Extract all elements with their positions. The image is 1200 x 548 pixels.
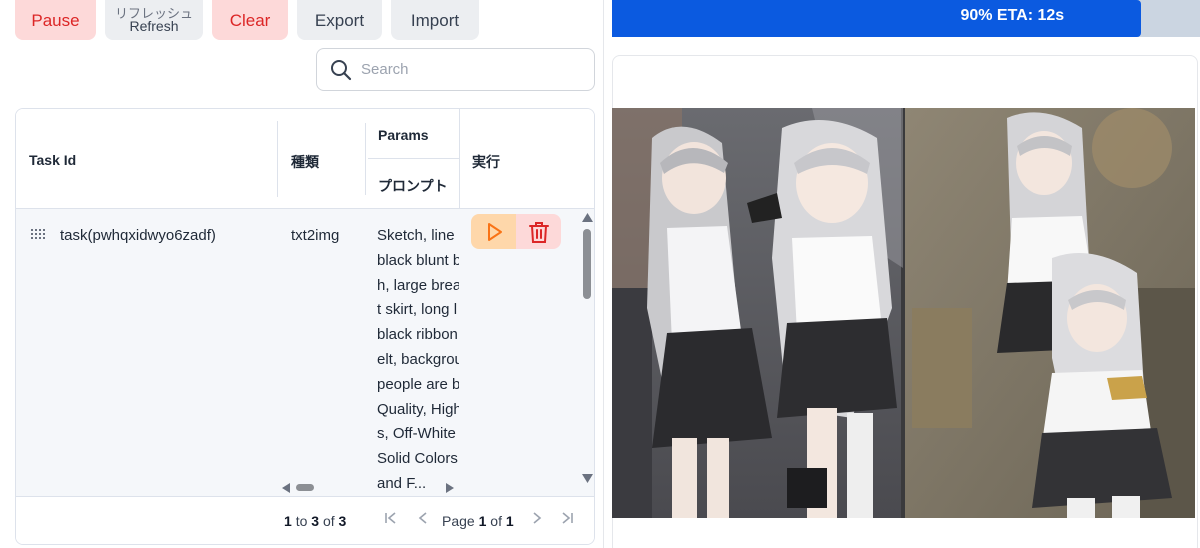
first-page-icon[interactable] <box>384 511 398 528</box>
horizontal-scrollbar[interactable] <box>278 479 458 496</box>
generated-anime-image <box>612 108 1195 518</box>
header-task-id[interactable]: Task Id <box>29 152 76 168</box>
row-of-word: of <box>322 513 335 529</box>
row-total: 3 <box>338 513 347 529</box>
prompt-line: Quality, High <box>377 400 459 418</box>
progress-text: 90% ETA: 12s <box>960 7 1065 24</box>
prompt-line: black blunt b <box>377 251 459 269</box>
scroll-left-icon[interactable] <box>282 483 290 493</box>
horizontal-scroll-thumb[interactable] <box>296 484 314 491</box>
page-word: Page <box>442 513 475 529</box>
column-resizer[interactable] <box>365 123 366 195</box>
drag-handle-icon[interactable] <box>31 229 45 239</box>
header-prompt[interactable]: プロンプト <box>378 176 448 196</box>
row-to: 3 <box>311 513 320 529</box>
scroll-right-icon[interactable] <box>446 483 454 493</box>
page-total: 1 <box>505 513 514 529</box>
preview-panel: 90% ETA: 12s <box>604 0 1200 548</box>
vertical-scrollbar[interactable] <box>579 209 594 496</box>
export-button[interactable]: Export <box>297 0 382 40</box>
generated-image[interactable] <box>612 108 1195 518</box>
type-cell: txt2img <box>291 227 340 244</box>
scroll-up-icon[interactable] <box>582 213 593 222</box>
refresh-button[interactable]: リフレッシュ Refresh <box>105 0 203 40</box>
prompt-cell: Sketch, line black blunt b h, large brea… <box>377 224 459 496</box>
delete-task-button[interactable] <box>516 214 561 249</box>
prompt-line: black ribbon <box>377 326 458 344</box>
last-page-icon[interactable] <box>560 511 574 528</box>
page-indicator: Page 1 of 1 <box>442 513 514 529</box>
header-params-group: Params <box>378 127 429 143</box>
column-divider <box>459 109 460 209</box>
table-body: task(pwhqxidwyo6zadf) txt2img Sketch, li… <box>16 209 594 496</box>
progress-fill: 90% ETA: 12s <box>612 0 1142 37</box>
task-queue-panel: Pause リフレッシュ Refresh Clear Export Import… <box>0 0 604 548</box>
prompt-line: people are b <box>377 375 459 393</box>
pause-button[interactable]: Pause <box>15 0 96 40</box>
progress-bar: 90% ETA: 12s <box>612 0 1200 37</box>
task-id-cell: task(pwhqxidwyo6zadf) <box>60 227 216 244</box>
search-icon <box>331 59 352 80</box>
toolbar: Pause リフレッシュ Refresh Clear Export Import <box>15 0 479 40</box>
next-page-icon[interactable] <box>530 511 544 528</box>
group-divider <box>368 158 460 159</box>
row-summary: 1 to 3 of 3 <box>284 513 346 529</box>
page-of-word: of <box>490 513 502 529</box>
prompt-line: h, large brea <box>377 276 459 294</box>
prompt-line: t skirt, long l <box>377 301 458 319</box>
table-header: Task Id 種類 Params プロンプト 実行 <box>16 109 594 209</box>
vertical-scroll-thumb[interactable] <box>583 229 591 299</box>
column-resizer[interactable] <box>277 121 278 197</box>
prompt-line: elt, backgrou <box>377 350 459 368</box>
header-actions: 実行 <box>472 154 500 170</box>
play-icon <box>487 222 502 241</box>
refresh-label: Refresh <box>129 18 179 34</box>
prompt-line: Sketch, line <box>377 227 455 244</box>
clear-button[interactable]: Clear <box>212 0 288 40</box>
row-from: 1 <box>284 513 292 529</box>
import-button[interactable]: Import <box>391 0 479 40</box>
header-type[interactable]: 種類 <box>291 152 319 172</box>
row-to-word: to <box>295 513 308 529</box>
task-table: Task Id 種類 Params プロンプト 実行 task(pwhqxidw… <box>15 108 595 545</box>
search-box <box>316 48 595 91</box>
pagination-bar: 1 to 3 of 3 Page 1 of 1 <box>16 496 594 544</box>
scroll-down-icon[interactable] <box>582 474 593 483</box>
prompt-line: Solid Colors <box>377 450 458 468</box>
previous-page-icon[interactable] <box>416 511 430 528</box>
trash-icon <box>528 221 549 243</box>
prompt-line: s, Off-White <box>377 425 456 443</box>
search-input[interactable] <box>361 61 581 78</box>
run-task-button[interactable] <box>471 214 516 249</box>
current-page: 1 <box>478 513 487 529</box>
